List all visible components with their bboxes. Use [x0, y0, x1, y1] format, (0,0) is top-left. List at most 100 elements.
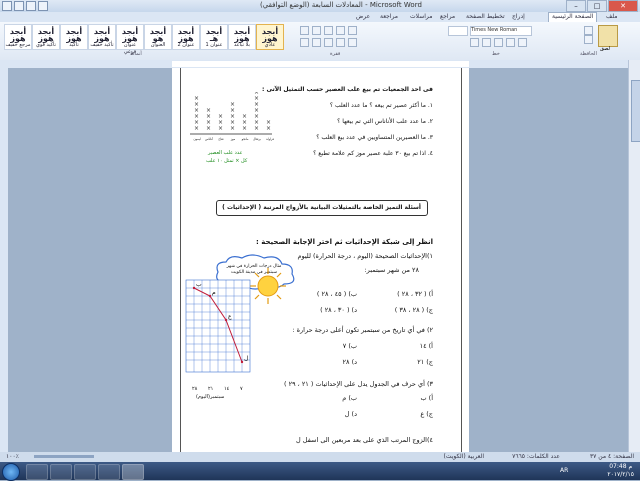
outdent-icon[interactable] — [312, 38, 321, 47]
style-gallery-item[interactable]: أبجد هوز تأكيد — [60, 24, 88, 50]
language-indicator[interactable]: العربية (الكويت) — [444, 453, 484, 460]
answer-option[interactable]: ب) ٧ — [343, 342, 357, 350]
show-marks-icon[interactable] — [336, 38, 345, 47]
style-gallery-item[interactable]: أبجد هـ عنوان 1 — [200, 24, 228, 50]
language-tray[interactable]: AR — [560, 467, 568, 474]
grid-question-1: ١)الإحداثيات الصحيحة (اليوم ، درجة الحرا… — [297, 252, 433, 260]
minimize-button[interactable]: – — [566, 0, 586, 12]
taskbar: AR 07:48 م ٢٠١٧/٢/١٥ — [0, 462, 640, 481]
word-taskbar-icon[interactable] — [122, 464, 144, 480]
grid-xtick: ٢٨ — [192, 386, 198, 392]
font-size-select[interactable] — [448, 26, 468, 36]
paste-label[interactable]: لصق — [600, 46, 610, 52]
media-player-taskbar-icon[interactable] — [74, 464, 96, 480]
answer-option[interactable]: ب) م — [342, 394, 357, 402]
cut-icon[interactable] — [584, 26, 593, 35]
save-icon[interactable] — [14, 1, 24, 11]
paste-icon[interactable] — [598, 25, 618, 47]
window-title: المعادلات السابعة (الوضع التوافقي) - Mic… — [260, 1, 422, 9]
section-heading: أسئلة التميز الخاصة بالتمثيلات البيانية … — [222, 204, 421, 211]
bold-icon[interactable] — [470, 38, 479, 47]
borders-icon[interactable] — [348, 38, 357, 47]
svg-text:×: × — [230, 125, 235, 132]
answer-option[interactable]: ج) ٢١ — [417, 358, 433, 366]
maximize-button[interactable]: □ — [587, 0, 607, 12]
grid-question-4: ٤)الزوج المرتب الذي على بعد مربعين الى ا… — [296, 436, 433, 444]
grid-letter: ل — [244, 355, 248, 362]
quick-access-toolbar — [2, 1, 48, 11]
align-center-icon[interactable] — [312, 26, 321, 35]
clock[interactable]: 07:48 م ٢٠١٧/٢/١٥ — [607, 463, 634, 479]
indent-icon[interactable] — [300, 38, 309, 47]
plot-label: مانجو — [241, 137, 249, 141]
scrollbar-thumb[interactable] — [631, 80, 640, 142]
plot-label: ليمون — [193, 137, 200, 141]
ie-taskbar-icon[interactable] — [26, 464, 48, 480]
bullets-icon[interactable] — [336, 26, 345, 35]
question-item: ٣. ما العصيرين المتساويين في عدد بيع الع… — [316, 134, 433, 141]
grid-question-intro: انظر إلى شبكة الإحداثيات ثم اختر الإجابة… — [256, 238, 433, 246]
align-right-icon[interactable] — [300, 26, 309, 35]
style-gallery-item[interactable]: أبجد هوز عنوان 2 — [172, 24, 200, 50]
zoom-level[interactable]: ١٠٠٪ — [6, 453, 19, 460]
grid-xtick: ١٤ — [224, 386, 230, 392]
plot-label: أناناس — [205, 137, 213, 141]
tab-home[interactable]: الصفحة الرئيسية — [548, 12, 598, 22]
group-label-font: خط — [492, 51, 500, 57]
word-app-icon[interactable] — [2, 1, 12, 11]
explorer-taskbar-icon[interactable] — [50, 464, 72, 480]
answer-option[interactable]: أ) ب — [420, 394, 433, 402]
tab-page-layout[interactable]: تخطيط الصفحة — [466, 13, 505, 20]
font-name-select[interactable]: Times New Roman — [470, 26, 532, 36]
status-bar: الصفحة: ٤ من ٣٧ عدد الكلمات: ٧٦٦٥ العربي… — [0, 452, 640, 462]
grid-xtick: ٢١ — [208, 386, 214, 392]
plot-label: تفاح — [218, 137, 223, 141]
redo-icon[interactable] — [38, 1, 48, 11]
style-gallery-item[interactable]: أبجد هوز مرجع خفيف — [4, 24, 32, 50]
italic-icon[interactable] — [482, 38, 491, 47]
tab-mailings[interactable]: مراسلات — [410, 13, 432, 20]
zoom-slider[interactable] — [34, 455, 94, 458]
close-button[interactable]: ✕ — [608, 0, 638, 12]
undo-icon[interactable] — [26, 1, 36, 11]
group-label-paragraph: فقرة — [330, 51, 341, 57]
sort-icon[interactable] — [324, 38, 333, 47]
tab-file[interactable]: ملف — [606, 13, 617, 20]
numbering-icon[interactable] — [348, 26, 357, 35]
answer-option[interactable]: ب) ( ٤٥ ، ٢٨ ) — [317, 290, 357, 298]
plot-label: فراولة — [266, 137, 274, 141]
align-left-icon[interactable] — [324, 26, 333, 35]
style-gallery-item[interactable]: أبجد هوز عنوان فرعي — [116, 24, 144, 55]
answer-option[interactable]: ج) ( ٢٨ ، ٣٨ ) — [395, 306, 433, 314]
start-button[interactable] — [2, 463, 20, 481]
chrome-taskbar-icon[interactable] — [98, 464, 120, 480]
svg-text:×: × — [242, 125, 247, 132]
style-gallery-item-selected[interactable]: أبجد هوز عادي — [256, 24, 284, 50]
answer-option[interactable]: أ) ( ٣٢ ، ٢٨ ) — [397, 290, 433, 298]
tab-view[interactable]: عرض — [356, 13, 370, 20]
style-gallery-item[interactable]: أبجد هوز تأكيد خفيف — [88, 24, 116, 50]
answer-option[interactable]: ج) ع — [420, 410, 433, 418]
tab-insert[interactable]: إدراج — [512, 13, 525, 20]
group-label-styles: أنماط — [130, 51, 142, 57]
copy-icon[interactable] — [584, 35, 593, 44]
style-gallery-item[interactable]: أبجد هوز تأكيد قوي — [32, 24, 60, 50]
page-count[interactable]: الصفحة: ٤ من ٣٧ — [590, 453, 634, 460]
answer-option[interactable]: أ) ١٤ — [420, 342, 433, 350]
style-gallery-item[interactable]: أبجد هوز بلا تباعد — [228, 24, 256, 50]
underline-icon[interactable] — [494, 38, 503, 47]
highlight-icon[interactable] — [518, 38, 527, 47]
vertical-scrollbar[interactable] — [628, 60, 640, 460]
ribbon-tabs: ملف الصفحة الرئيسية إدراج تخطيط الصفحة م… — [0, 12, 640, 22]
answer-option[interactable]: د) ل — [345, 410, 357, 418]
answer-option[interactable]: د) ٢٨ — [343, 358, 357, 366]
font-color-icon[interactable] — [506, 38, 515, 47]
svg-text:×: × — [254, 125, 259, 132]
style-gallery-item[interactable]: أبجد هو العنوان — [144, 24, 172, 50]
answer-option[interactable]: د) ( ٣٠ ، ٢٨ ) — [320, 306, 357, 314]
tab-review[interactable]: مراجعة — [380, 13, 398, 20]
document-page[interactable]: فى احد الجمعيات تم بيع علب العصير حسب ال… — [172, 68, 469, 458]
plot-label: برتقال — [253, 137, 261, 141]
word-count[interactable]: عدد الكلمات: ٧٦٦٥ — [512, 453, 560, 460]
tab-references[interactable]: مراجع — [440, 13, 455, 20]
